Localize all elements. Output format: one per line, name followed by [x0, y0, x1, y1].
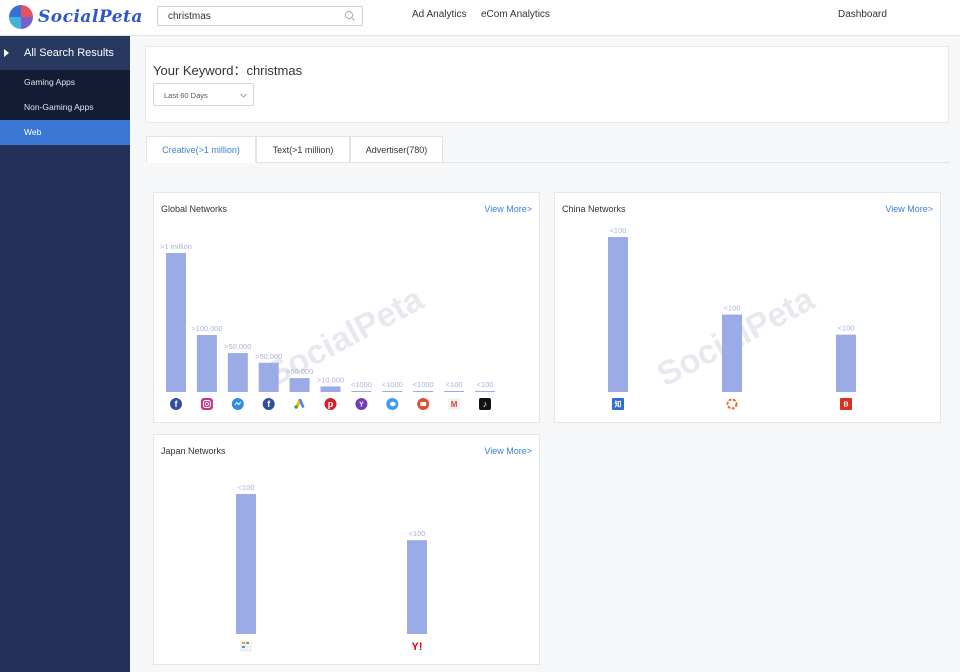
tiktok-icon: ♪ [479, 398, 491, 410]
bar [608, 237, 628, 392]
facebook-icon: f [170, 398, 182, 410]
bar-value-label: >10,000 [317, 375, 344, 384]
search-box [157, 6, 363, 26]
japan-networks-chart: <100 <100 Y! [236, 483, 427, 653]
nav-dashboard[interactable]: Dashboard [838, 9, 887, 20]
zhihu-icon: 知 [612, 398, 624, 410]
svg-text:♪: ♪ [483, 399, 488, 409]
nav-ecom-analytics[interactable]: eCom Analytics [481, 9, 550, 20]
messenger-icon [231, 398, 244, 410]
bar-value-label: <100 [724, 304, 741, 313]
japan-networks-card: Japan Networks View More> <100 <100 Y! [153, 434, 540, 665]
svg-text:知: 知 [614, 400, 622, 409]
date-range-select[interactable]: Last 60 Days [153, 83, 254, 106]
svg-text:p: p [328, 399, 334, 409]
china-networks-chart: <100 知 <100 <100 B [608, 226, 856, 410]
sidebar-item-non-gaming-apps[interactable]: Non-Gaming Apps [0, 95, 130, 120]
svg-text:M: M [451, 400, 458, 409]
pinterest-icon: p [324, 398, 337, 410]
date-range-value: Last 60 Days [164, 91, 208, 100]
bar [444, 391, 465, 392]
keyword-card: Your Keyword：christmas Last 60 Days [145, 46, 949, 123]
search-icon[interactable] [344, 10, 356, 22]
bar-value-label: >100,000 [191, 324, 223, 333]
bar-value-label: <1000 [413, 380, 434, 389]
youtube-icon [417, 398, 430, 410]
gmail-icon: M [448, 398, 461, 410]
bar [227, 353, 248, 392]
facebook-icon: f [262, 398, 275, 410]
keyword-title: Your Keyword：christmas [153, 63, 303, 78]
bar [166, 253, 186, 392]
result-tabs: Creative(>1 million) Text(>1 million) Ad… [146, 136, 950, 163]
main-content: Your Keyword：christmas Last 60 Days Crea… [130, 36, 960, 672]
yahoo-japan-icon: Y! [412, 641, 423, 653]
bar-value-label: <1000 [351, 380, 372, 389]
tab-advertiser[interactable]: Advertiser(780) [350, 136, 443, 163]
bar-value-label: <1000 [382, 380, 403, 389]
bar [413, 391, 434, 392]
bar [407, 540, 427, 634]
bar-value-label: <100 [409, 529, 426, 538]
bar-value-label: <100 [838, 324, 855, 333]
twitter-icon [386, 398, 399, 410]
app-root: SocialPeta Ad Analytics eCom Analytics D… [0, 0, 960, 672]
bar [196, 335, 217, 392]
bar [475, 391, 495, 392]
svg-text:B: B [843, 402, 848, 409]
china-networks-card: China Networks View More> SocialPeta <10… [554, 192, 941, 423]
bar-value-label: >50,000 [224, 342, 251, 351]
bar-value-label: <100 [610, 226, 627, 235]
bar-value-label: >50,000 [286, 367, 313, 376]
yahoo-icon: Y [355, 398, 368, 410]
bar-value-label: <100 [446, 380, 463, 389]
calendar-app-icon [240, 640, 252, 652]
svg-text:Y: Y [359, 402, 364, 409]
sidebar-item-gaming-apps[interactable]: Gaming Apps [0, 70, 130, 95]
sidebar: All Search Results Gaming Apps Non-Gamin… [0, 36, 130, 672]
bar [320, 386, 341, 392]
bar [236, 494, 256, 634]
sidebar-section-label: All Search Results [24, 47, 114, 59]
bar-value-label: >1 million [160, 242, 192, 251]
logo-text: SocialPeta [38, 7, 143, 27]
bar [382, 391, 403, 392]
nav-ad-analytics[interactable]: Ad Analytics [412, 9, 466, 20]
bar [289, 378, 310, 392]
bar-value-label: <100 [238, 483, 255, 492]
caret-right-icon [4, 49, 9, 57]
bar-value-label: >50,000 [255, 352, 282, 361]
sidebar-section-all-results[interactable]: All Search Results [0, 36, 130, 70]
google-ads-icon [294, 399, 305, 409]
global-networks-card: Global Networks View More> SocialPeta >1… [153, 192, 540, 423]
bar-value-label: <100 [477, 380, 494, 389]
bar [258, 362, 279, 392]
bar [836, 334, 856, 392]
tab-text[interactable]: Text(>1 million) [256, 136, 350, 163]
baidu-icon: B [840, 398, 852, 410]
bar [351, 391, 372, 392]
instagram-icon [200, 398, 213, 410]
svg-text:Y!: Y! [412, 641, 423, 653]
tab-creative[interactable]: Creative(>1 million) [146, 136, 256, 163]
global-networks-chart: >1 millionf>100,000>50,000>50,000f>50,00… [160, 242, 495, 410]
top-bar: SocialPeta Ad Analytics eCom Analytics D… [0, 0, 960, 36]
360-search-icon [726, 398, 738, 410]
sidebar-item-web[interactable]: Web [0, 120, 130, 145]
logo-icon [9, 5, 33, 29]
chevron-down-icon [240, 93, 247, 98]
bar [722, 314, 742, 392]
search-input[interactable] [158, 7, 344, 25]
logo[interactable]: SocialPeta [8, 4, 143, 30]
